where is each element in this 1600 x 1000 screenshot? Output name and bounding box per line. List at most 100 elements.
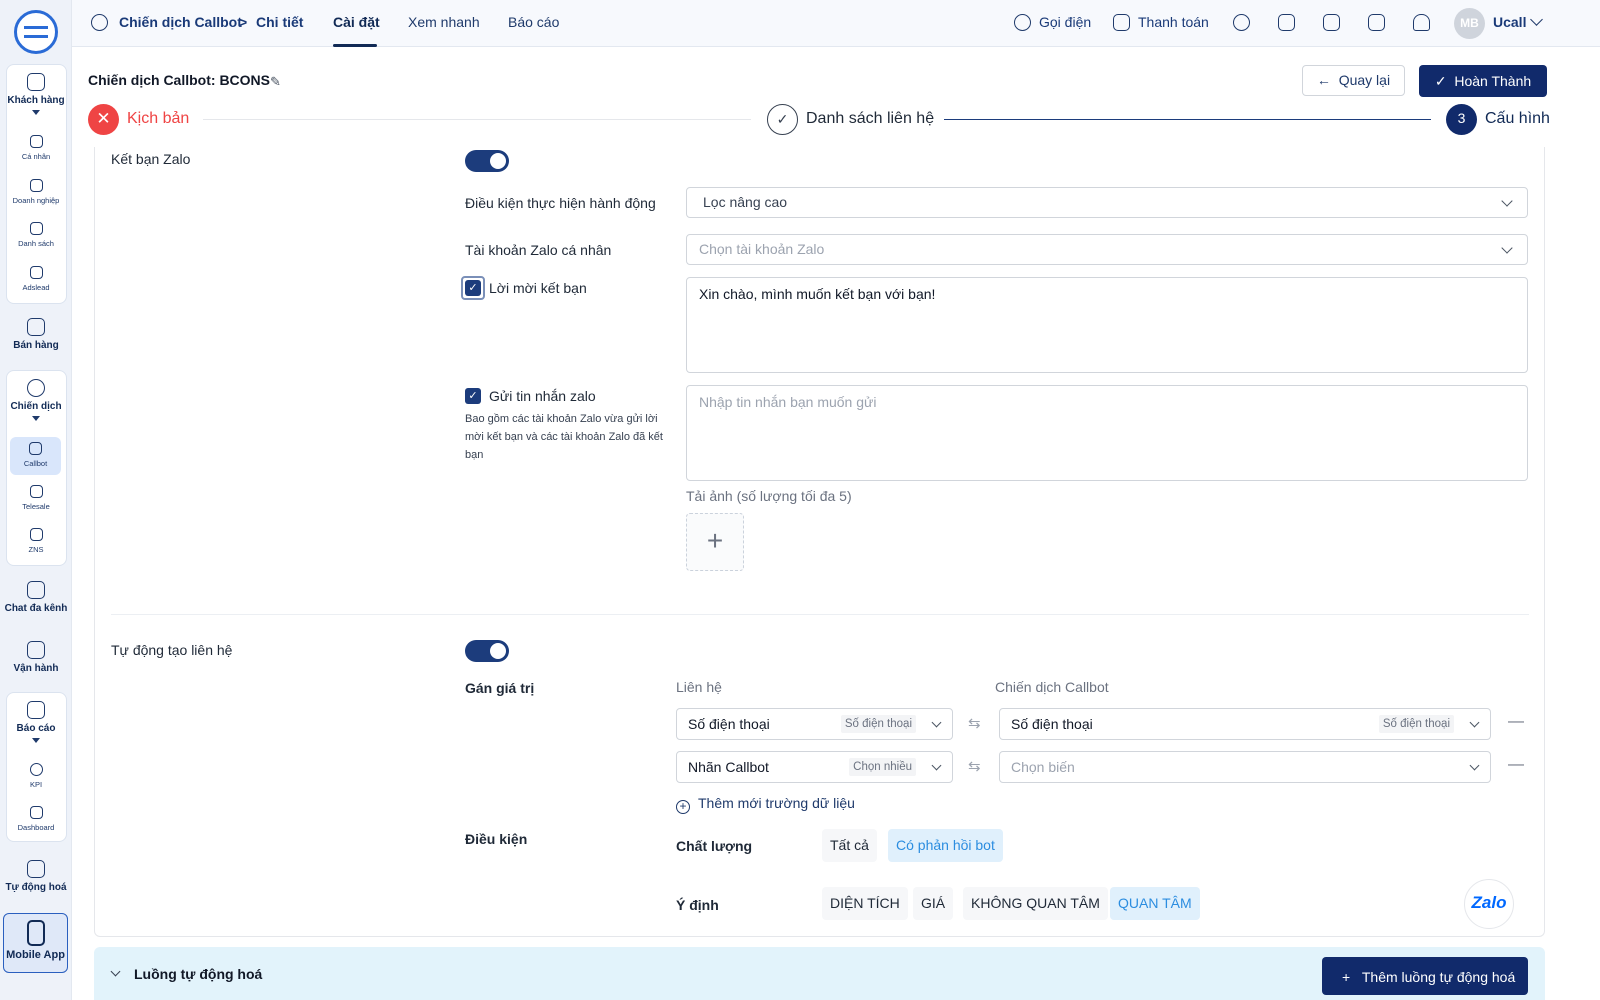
sidebar-item-mobile-app[interactable]: Mobile App (3, 913, 68, 973)
swap-icon: ⇆ (968, 715, 981, 732)
quality-label: Chất lượng (676, 838, 753, 854)
sidebar-subitem-business[interactable]: Doanh nghiệp (0, 179, 72, 205)
plus-icon: + (706, 525, 724, 556)
remove-row-icon[interactable]: — (1508, 713, 1524, 731)
app-logo[interactable] (14, 10, 58, 54)
step-error-icon[interactable]: ✕ (88, 104, 119, 135)
sidebar-subitem-personal[interactable]: Cá nhân (0, 135, 72, 161)
sidebar-subitem-adslead[interactable]: Adslead (0, 266, 72, 292)
chevron-down-icon (1469, 760, 1480, 771)
intent-option[interactable]: KHÔNG QUAN TÂM (963, 887, 1108, 920)
sidebar-item-chat[interactable]: Chat đa kênh (0, 581, 72, 614)
section-divider (111, 614, 1529, 615)
swap-icon: ⇆ (968, 758, 981, 775)
zalo-message-textarea[interactable]: Nhập tin nhắn bạn muốn gửi (686, 385, 1528, 481)
auto-contact-toggle[interactable] (465, 640, 509, 662)
check-icon: ✓ (1434, 73, 1455, 89)
chevron-down-icon[interactable] (1530, 13, 1543, 26)
payment-link[interactable]: Thanh toán (1138, 14, 1209, 30)
target-icon (29, 763, 43, 776)
contact-field-select[interactable]: Số điện thoại Số điện thoại (676, 708, 953, 740)
tab-reports[interactable]: Báo cáo (508, 14, 559, 30)
breadcrumb-detail[interactable]: Chi tiết (256, 14, 303, 30)
plus-icon: + (1342, 969, 1362, 985)
quality-option-all[interactable]: Tất cả (822, 829, 877, 862)
book-icon[interactable] (1368, 14, 1385, 31)
wallet-icon (1113, 14, 1130, 31)
invite-message-textarea[interactable]: Xin chào, mình muốn kết bạn với bạn! (686, 277, 1528, 373)
building-icon (29, 179, 43, 192)
assign-label: Gán giá trị (465, 680, 535, 696)
avatar[interactable]: MB (1454, 8, 1485, 39)
chat-icon (27, 581, 45, 599)
sidebar-item-sales[interactable]: Bán hàng (0, 318, 72, 351)
step-connector (203, 119, 751, 120)
sidebar-item-campaign[interactable]: Chiến dịch (0, 379, 72, 421)
contact-field-select[interactable]: Nhãn Callbot Chọn nhiều (676, 751, 953, 783)
send-icon (29, 528, 43, 541)
condition-select[interactable]: Lọc nâng cao (686, 187, 1528, 218)
sidebar: Khách hàng Cá nhân Doanh nghiệp Danh sác… (0, 0, 72, 1000)
campaign-field-select[interactable]: Số điện thoại Số điện thoại (999, 708, 1491, 740)
config-card: Kết bạn Zalo Điều kiện thực hiện hành độ… (94, 147, 1545, 937)
zalo-account-select[interactable]: Chọn tài khoản Zalo (686, 234, 1528, 265)
upload-image-button[interactable]: + (686, 513, 744, 571)
chevron-down-icon (32, 738, 40, 743)
bell-icon[interactable] (1413, 14, 1430, 31)
sidebar-item-automation[interactable]: Tự động hoá (0, 860, 72, 893)
chat-bubble-icon[interactable] (1278, 14, 1295, 31)
column-header-contact: Liên hệ (676, 679, 722, 695)
ticket-icon[interactable] (1323, 14, 1340, 31)
breadcrumb-campaign[interactable]: Chiến dịch Callbot (119, 14, 242, 30)
chevron-down-icon (931, 717, 942, 728)
step-contacts[interactable]: Danh sách liên hệ (806, 110, 934, 128)
zalo-chat-badge[interactable]: Zalo (1464, 879, 1514, 929)
sidebar-subitem-zns[interactable]: ZNS (0, 528, 72, 554)
sidebar-subitem-telesale[interactable]: Telesale (0, 485, 72, 511)
sidebar-subitem-callbot[interactable]: Callbot (10, 437, 61, 475)
user-name[interactable]: Ucall (1493, 14, 1526, 30)
add-field-button[interactable]: + Thêm mới trường dữ liệu (676, 795, 855, 814)
send-message-label: Gửi tin nhắn zalo (489, 388, 596, 404)
phone-icon (91, 14, 108, 31)
intent-option[interactable]: GIÁ (913, 887, 954, 920)
sidebar-item-operations[interactable]: Vận hành (0, 641, 72, 674)
users-icon (29, 135, 43, 148)
plus-circle-icon: + (676, 800, 690, 814)
back-button[interactable]: ← Quay lại (1302, 65, 1405, 96)
sidebar-item-customers[interactable]: Khách hàng (0, 73, 72, 115)
intent-option[interactable]: DIỆN TÍCH (822, 887, 908, 920)
invite-checkbox[interactable]: ✓ (465, 280, 481, 296)
tab-quick-view[interactable]: Xem nhanh (408, 14, 480, 30)
sidebar-subitem-dashboard[interactable]: Dashboard (0, 806, 72, 832)
step-done-icon[interactable]: ✓ (767, 104, 798, 135)
intent-option-selected[interactable]: QUAN TÂM (1110, 887, 1200, 920)
chevron-down-icon (32, 110, 40, 115)
call-link[interactable]: Gọi điện (1039, 14, 1091, 30)
send-message-checkbox[interactable]: ✓ (465, 388, 481, 404)
phone-call-icon (1014, 14, 1031, 31)
quality-option-bot-response[interactable]: Có phản hồi bot (888, 829, 1003, 862)
sidebar-subitem-kpi[interactable]: KPI (0, 763, 72, 789)
sidebar-subitem-list[interactable]: Danh sách (0, 222, 72, 248)
add-automation-button[interactable]: + Thêm luồng tự động hoá (1322, 957, 1528, 995)
breadcrumb-separator-icon: > (239, 14, 248, 30)
zalo-friend-toggle[interactable] (465, 150, 509, 172)
column-header-campaign: Chiến dịch Callbot (995, 679, 1109, 695)
user-circle-icon (29, 266, 43, 279)
list-icon (29, 222, 43, 235)
remove-row-icon[interactable]: — (1508, 756, 1524, 774)
pencil-icon[interactable]: ✎ (270, 74, 281, 90)
top-bar: Chiến dịch Callbot > Chi tiết Cài đặt Xe… (72, 0, 1600, 47)
page-title: Chiến dịch Callbot: BCONS (88, 72, 270, 88)
tab-settings[interactable]: Cài đặt (333, 14, 380, 30)
complete-button[interactable]: ✓ Hoàn Thành (1419, 65, 1547, 97)
campaign-variable-select[interactable]: Chọn biến (999, 751, 1491, 783)
sidebar-item-reports[interactable]: Báo cáo (0, 701, 72, 743)
step-number-badge[interactable]: 3 (1446, 104, 1477, 135)
headset-icon (29, 485, 43, 498)
chevron-down-icon (110, 966, 121, 977)
gear-icon[interactable] (1233, 14, 1250, 31)
step-config[interactable]: Cấu hình (1485, 110, 1550, 128)
step-script[interactable]: Kịch bản (127, 110, 189, 128)
